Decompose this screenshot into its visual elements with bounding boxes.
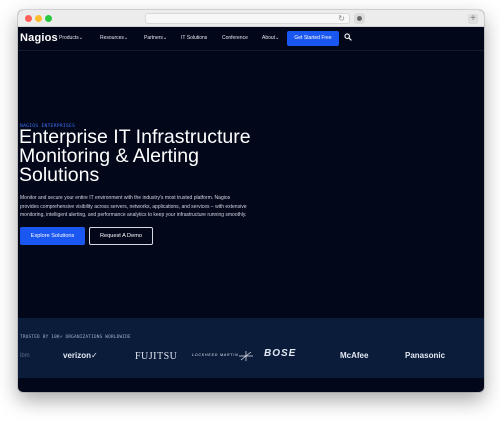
site-header: Nagios Products⌄ Resources⌄ Partners⌄ IT… <box>18 27 484 51</box>
reload-icon[interactable]: ↻ <box>338 14 345 23</box>
fujitsu-logo: FUJITSU <box>135 351 178 362</box>
trusted-label: TRUSTED BY 10K+ ORGANIZATIONS WORLDWIDE <box>20 335 131 340</box>
nav-item-label: Resources <box>100 35 124 41</box>
request-demo-button[interactable]: Request A Demo <box>89 227 153 245</box>
page-title: Enterprise IT Infrastructure Monitoring … <box>19 126 251 186</box>
minimize-window-button[interactable] <box>35 15 42 22</box>
hero-description: Monitor and secure your entire IT enviro… <box>20 195 247 219</box>
nav-item-partners[interactable]: Partners⌄ <box>144 35 167 41</box>
nav-item-label: Partners <box>144 35 163 41</box>
nav-item-label: About <box>262 35 276 41</box>
search-icon[interactable] <box>344 33 352 41</box>
partial-client-logo: ibm <box>20 353 30 359</box>
nav-item-about[interactable]: About⌄ <box>262 35 279 41</box>
extension-icon[interactable] <box>354 13 365 24</box>
get-started-free-button[interactable]: Get Started Free <box>287 31 339 46</box>
trusted-by-band: TRUSTED BY 10K+ ORGANIZATIONS WORLDWIDE … <box>18 318 484 378</box>
browser-toolbar: ↻ + <box>18 10 484 27</box>
chevron-down-icon: ⌄ <box>275 35 280 41</box>
chevron-down-icon: ⌄ <box>123 35 129 41</box>
lockheed-martin-logo: LOCKHEED MARTIN <box>192 353 239 357</box>
nav-item-conference[interactable]: Conference <box>222 35 248 41</box>
explore-solutions-button[interactable]: Explore Solutions <box>20 227 85 245</box>
chevron-down-icon: ⌄ <box>78 35 83 41</box>
panasonic-logo: Panasonic <box>405 351 446 360</box>
new-tab-icon[interactable]: + <box>468 14 478 24</box>
chevron-down-icon: ⌄ <box>162 35 168 41</box>
lockheed-star-icon <box>239 351 253 361</box>
nagios-logo[interactable]: Nagios <box>20 32 58 44</box>
nav-item-products[interactable]: Products⌄ <box>59 35 83 41</box>
maximize-window-button[interactable] <box>45 15 52 22</box>
mcafee-logo: McAfee <box>340 351 369 360</box>
close-window-button[interactable] <box>25 15 32 22</box>
bose-logo: BOSE <box>264 348 297 359</box>
browser-window: ↻ + Nagios Products⌄ Resources⌄ Partners… <box>18 10 484 392</box>
nav-item-label: Products <box>59 35 79 41</box>
address-bar[interactable]: ↻ <box>145 13 350 24</box>
nav-item-it-solutions[interactable]: IT Solutions <box>181 35 207 41</box>
nav-item-resources[interactable]: Resources⌄ <box>100 35 128 41</box>
verizon-logo: verizon✓ <box>63 351 98 360</box>
